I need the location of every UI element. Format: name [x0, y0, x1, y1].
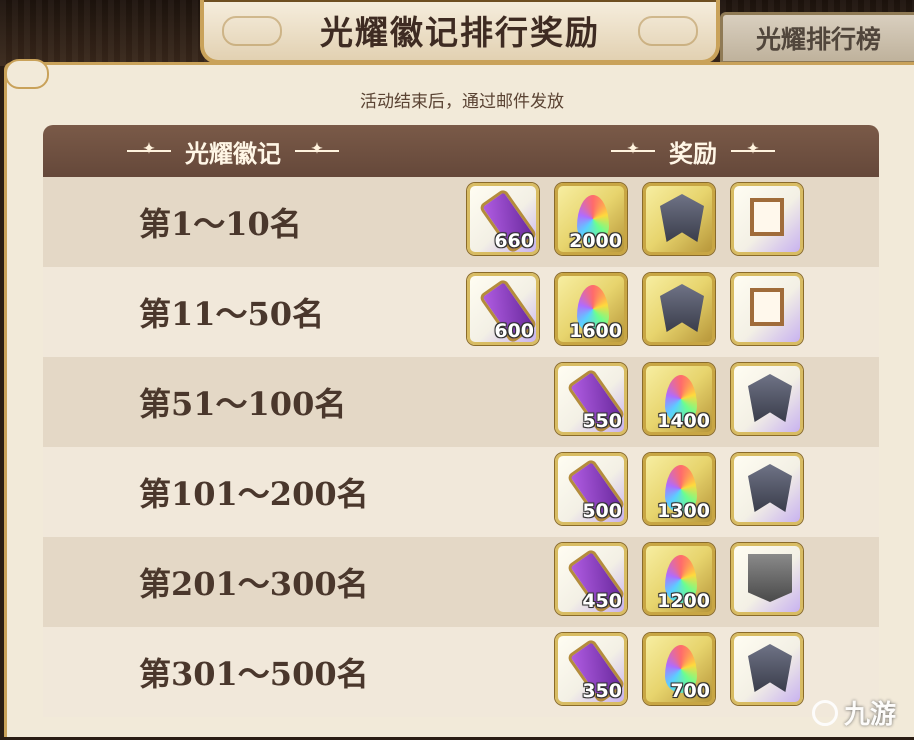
sparkle-icon: [731, 150, 775, 152]
table-row: 第1～10名 660 2000: [43, 177, 879, 267]
crest-icon: [748, 644, 792, 692]
reward-item[interactable]: 550: [555, 363, 627, 435]
reward-quantity: 660: [494, 230, 534, 252]
reward-item[interactable]: [731, 183, 803, 255]
reward-quantity: 450: [582, 590, 622, 612]
reward-quantity: 500: [582, 500, 622, 522]
rank-label: 第51～100名: [139, 385, 347, 423]
table-row: 第301～500名 350 700: [43, 627, 879, 717]
reward-item[interactable]: 600: [467, 273, 539, 345]
rewards-panel: 活动结束后，通过邮件发放 光耀徽记 奖励 第1～10名 660 2000 第11～50…: [4, 59, 914, 740]
corner-ornament-icon: [5, 59, 49, 89]
reward-item[interactable]: [731, 543, 803, 615]
ornament-icon: [222, 16, 282, 46]
tab-ranking-board[interactable]: 光耀排行榜: [720, 12, 914, 64]
reward-item[interactable]: [731, 273, 803, 345]
reward-item[interactable]: 660: [467, 183, 539, 255]
rewards-table: 光耀徽记 奖励 第1～10名 660 2000 第11～50名 600 1600 第51～1…: [43, 125, 879, 740]
reward-quantity: 1300: [657, 500, 710, 522]
rank-label: 第11～50名: [139, 295, 325, 333]
table-row: 第11～50名 600 1600: [43, 267, 879, 357]
column-header-reward: 奖励: [593, 125, 793, 177]
reward-item[interactable]: 1600: [555, 273, 627, 345]
reward-item[interactable]: 500: [555, 453, 627, 525]
reward-item[interactable]: 1200: [643, 543, 715, 615]
reward-item[interactable]: 1300: [643, 453, 715, 525]
reward-quantity: 350: [582, 680, 622, 702]
rank-label: 第101～200名: [139, 475, 369, 513]
reward-item[interactable]: 700: [643, 633, 715, 705]
table-header: 光耀徽记 奖励: [43, 125, 879, 177]
tab-badge-ranking-rewards[interactable]: 光耀徽记排行奖励: [200, 0, 720, 64]
table-row: 第201～300名 450 1200: [43, 537, 879, 627]
banner-icon: [748, 554, 792, 602]
reward-item[interactable]: 2000: [555, 183, 627, 255]
reward-quantity: 1400: [657, 410, 710, 432]
crest-icon: [660, 194, 704, 242]
rank-label: 第1～10名: [139, 205, 302, 243]
reward-quantity: 700: [670, 680, 710, 702]
watermark: 九游: [811, 694, 896, 731]
reward-quantity: 1600: [569, 320, 622, 342]
reward-quantity: 2000: [569, 230, 622, 252]
reward-quantity: 1200: [657, 590, 710, 612]
table-row: 第101～200名 500 1300: [43, 447, 879, 537]
frame-icon: [750, 288, 784, 326]
reward-item[interactable]: [643, 183, 715, 255]
reward-item[interactable]: [731, 633, 803, 705]
reward-item[interactable]: 1400: [643, 363, 715, 435]
reward-quantity: 600: [494, 320, 534, 342]
reward-item[interactable]: [643, 273, 715, 345]
reward-item[interactable]: 350: [555, 633, 627, 705]
table-row: 第51～100名 550 1400: [43, 357, 879, 447]
reward-item[interactable]: [731, 363, 803, 435]
tab-ranking-board-label: 光耀排行榜: [755, 25, 881, 54]
reward-item[interactable]: [731, 453, 803, 525]
frame-icon: [750, 198, 784, 236]
mail-notice: 活动结束后，通过邮件发放: [360, 92, 564, 112]
sparkle-icon: [127, 150, 171, 152]
sparkle-icon: [611, 150, 655, 152]
sparkle-icon: [295, 150, 339, 152]
watermark-logo-icon: [811, 699, 838, 726]
ornament-icon: [638, 16, 698, 46]
crest-icon: [660, 284, 704, 332]
rank-label: 第201～300名: [139, 565, 369, 603]
column-header-rank: 光耀徽记: [103, 125, 363, 177]
rank-label: 第301～500名: [139, 655, 369, 693]
crest-icon: [748, 374, 792, 422]
reward-quantity: 550: [582, 410, 622, 432]
page-title: 光耀徽记排行奖励: [320, 13, 600, 52]
reward-item[interactable]: 450: [555, 543, 627, 615]
crest-icon: [748, 464, 792, 512]
